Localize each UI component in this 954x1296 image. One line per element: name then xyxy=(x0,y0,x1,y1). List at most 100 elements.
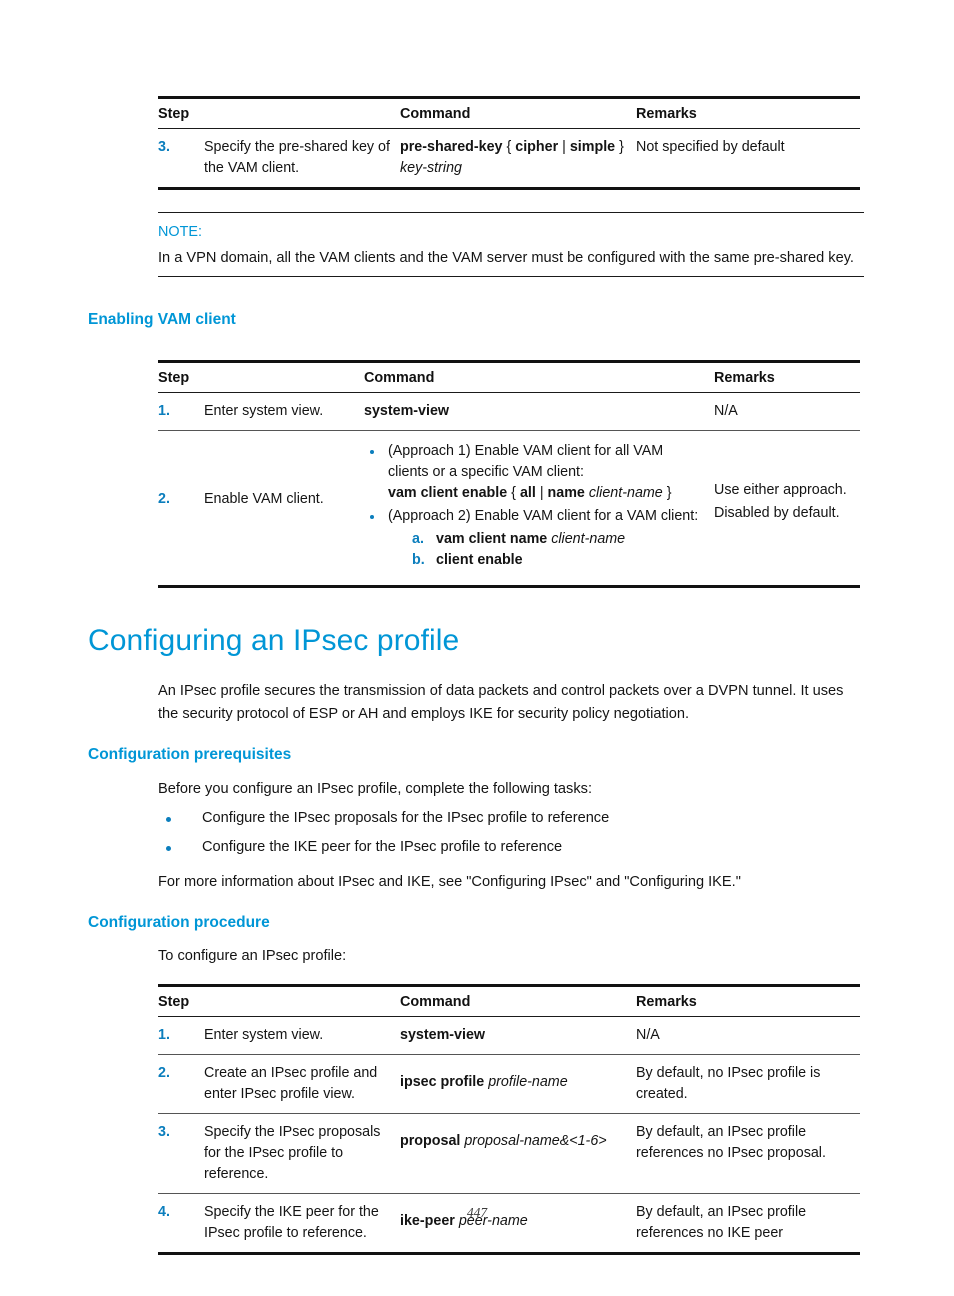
note-box: NOTE: In a VPN domain, all the VAM clien… xyxy=(158,212,864,277)
step-remarks: Use either approach. Disabled by default… xyxy=(714,430,860,588)
command-keyword: cipher xyxy=(515,139,559,155)
command-keyword: ipsec profile xyxy=(400,1074,485,1091)
step-remarks: N/A xyxy=(636,1016,860,1056)
remarks-line: Use either approach. xyxy=(714,481,847,498)
table-row: 1. Enter system view. system-view N/A xyxy=(158,1016,860,1056)
table-row: 2. Create an IPsec profile and enter IPs… xyxy=(158,1054,860,1115)
table-row: 3. Specify the pre-shared key of the VAM… xyxy=(158,128,860,190)
step-number: 3. xyxy=(158,128,204,190)
heading-configuration-prerequisites: Configuration prerequisites xyxy=(88,746,292,764)
note-text: In a VPN domain, all the VAM clients and… xyxy=(158,250,854,266)
col-header-command: Command xyxy=(364,359,714,393)
command-punct: } xyxy=(662,484,672,501)
approach-1-text: (Approach 1) Enable VAM client for all V… xyxy=(388,442,664,480)
col-header-command: Command xyxy=(400,96,636,129)
command-parameter: profile-name xyxy=(488,1074,568,1091)
command-punct: } xyxy=(615,139,624,155)
step-number-value: 2. xyxy=(158,490,170,507)
command-keyword: proposal xyxy=(400,1133,461,1150)
procedure-intro: To configure an IPsec profile: xyxy=(158,948,347,965)
step-number-value: 2. xyxy=(158,1065,170,1082)
approach-2-text: (Approach 2) Enable VAM client for a VAM… xyxy=(388,507,699,524)
ipsec-intro-text: An IPsec profile secures the transmissio… xyxy=(158,683,844,723)
command-keyword: vam client name xyxy=(436,530,548,547)
step-number-value: 3. xyxy=(158,139,170,155)
step-number-value: 1. xyxy=(158,402,170,419)
command-punct: { xyxy=(507,484,520,501)
col-header-remarks: Remarks xyxy=(636,96,860,129)
heading-ipsec-profile-wrap: Configuring an IPsec profile xyxy=(88,624,954,659)
step-number: 2. xyxy=(158,1054,204,1115)
heading-configuration-procedure: Configuration procedure xyxy=(88,913,270,931)
list-item: (Approach 1) Enable VAM client for all V… xyxy=(364,441,706,504)
command-keyword: system-view xyxy=(400,1027,486,1044)
command-keyword: simple xyxy=(569,139,616,155)
table-row: 3. Specify the IPsec proposals for the I… xyxy=(158,1113,860,1195)
list-item: a. vam client name client-name xyxy=(388,529,706,550)
command-parameter: proposal-name&<1-6> xyxy=(464,1133,607,1150)
command-keyword: all xyxy=(519,484,536,501)
prerequisites-outro: For more information about IPsec and IKE… xyxy=(158,873,741,890)
col-header-step: Step xyxy=(158,359,364,393)
document-page: Step Command Remarks 3. Specify the pre-… xyxy=(0,0,954,1296)
step-remarks: By default, an IPsec profile references … xyxy=(636,1193,860,1256)
col-header-step: Step xyxy=(158,96,400,129)
step-command: ike-peer peer-name xyxy=(400,1193,636,1256)
prerequisites-intro: Before you configure an IPsec profile, c… xyxy=(158,780,592,797)
ipsec-intro-wrap: An IPsec profile secures the transmissio… xyxy=(158,680,864,726)
procedure-intro-wrap: To configure an IPsec profile: xyxy=(158,945,864,968)
step-remarks: By default, an IPsec profile references … xyxy=(636,1113,860,1195)
list-item: b. client enable xyxy=(388,550,706,571)
heading-procedure-wrap: Configuration procedure xyxy=(88,914,954,933)
step-command: system-view xyxy=(364,392,714,431)
list-item: (Approach 2) Enable VAM client for a VAM… xyxy=(364,506,706,571)
table-row: 1. Enter system view. system-view N/A xyxy=(158,392,860,431)
step-description: Specify the IKE peer for the IPsec profi… xyxy=(204,1193,400,1256)
step-remarks: Not specified by default xyxy=(636,128,860,190)
heading-enabling-vam-client: Enabling VAM client xyxy=(88,311,236,328)
heading-enabling-vam-client-wrap: Enabling VAM client xyxy=(88,311,954,330)
page-number: 447 xyxy=(466,1205,488,1220)
command-keyword: name xyxy=(547,484,585,501)
command-punct: | xyxy=(558,139,570,155)
substep-label: b. xyxy=(412,551,425,568)
command-keyword: system-view xyxy=(364,402,450,419)
table-row: 2. Enable VAM client. (Approach 1) Enabl… xyxy=(158,430,860,588)
step-number: 1. xyxy=(158,1016,204,1056)
prerequisites-list: Configure the IPsec proposals for the IP… xyxy=(158,807,864,859)
step-command: (Approach 1) Enable VAM client for all V… xyxy=(364,430,714,588)
table-row: 4. Specify the IKE peer for the IPsec pr… xyxy=(158,1193,860,1256)
remarks-line: Disabled by default. xyxy=(714,504,840,521)
step-description: Specify the pre-shared key of the VAM cl… xyxy=(204,128,400,190)
list-item: Configure the IKE peer for the IPsec pro… xyxy=(158,836,864,859)
command-keyword: client enable xyxy=(436,551,523,568)
step-number-value: 1. xyxy=(158,1027,170,1044)
step-description: Enable VAM client. xyxy=(204,430,364,588)
step-number-value: 3. xyxy=(158,1124,170,1141)
step-number: 3. xyxy=(158,1113,204,1195)
col-header-command: Command xyxy=(400,984,636,1018)
approach-list: (Approach 1) Enable VAM client for all V… xyxy=(364,441,706,571)
command-keyword: vam client enable xyxy=(388,484,508,501)
command-punct: | xyxy=(535,484,548,501)
command-keyword: pre-shared-key xyxy=(400,139,503,155)
heading-prerequisites-wrap: Configuration prerequisites xyxy=(88,746,954,765)
list-item: Configure the IPsec proposals for the IP… xyxy=(158,807,864,830)
step-remarks: N/A xyxy=(714,392,860,431)
step-command: system-view xyxy=(400,1016,636,1056)
substep-label: a. xyxy=(412,530,424,547)
command-parameter: key-string xyxy=(400,160,462,176)
note-label: NOTE: xyxy=(158,224,202,240)
step-number: 4. xyxy=(158,1193,204,1256)
step-remarks: By default, no IPsec profile is created. xyxy=(636,1054,860,1115)
step-description: Enter system view. xyxy=(204,1016,400,1056)
page-title: Configuring an IPsec profile xyxy=(88,623,460,657)
